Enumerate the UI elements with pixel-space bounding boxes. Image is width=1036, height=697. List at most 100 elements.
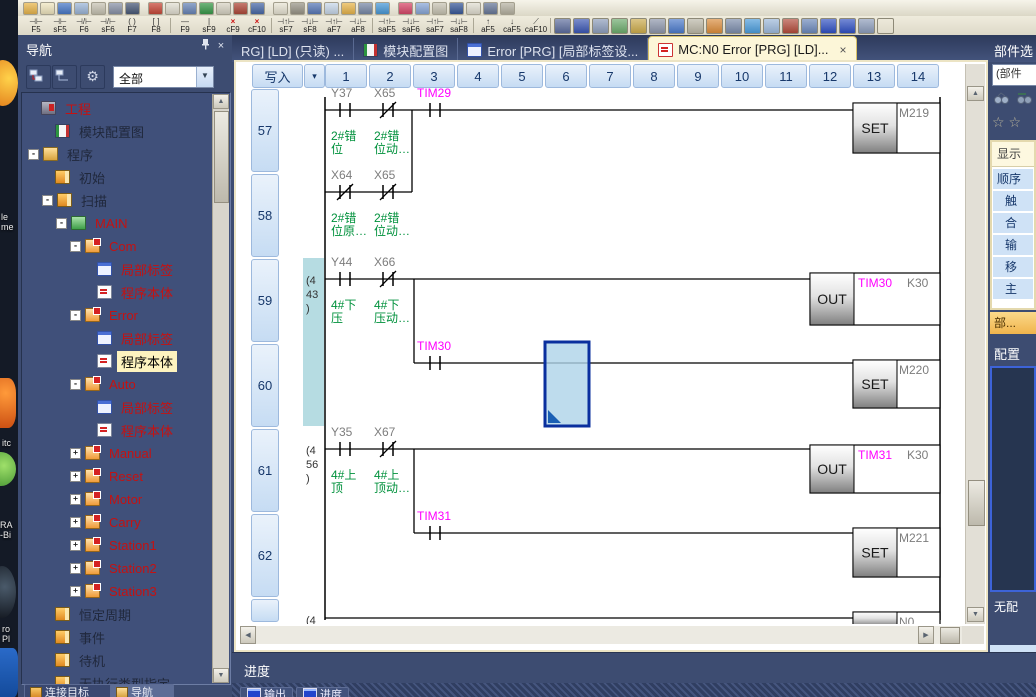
expand-icon[interactable]: + xyxy=(70,448,81,459)
desktop-icon[interactable] xyxy=(0,648,18,697)
tree-scrollbar-thumb[interactable] xyxy=(214,111,229,203)
toolbar-icon[interactable] xyxy=(839,18,856,34)
parts-category-合[interactable]: 合 xyxy=(993,213,1033,233)
toolbar-icon[interactable] xyxy=(668,18,685,34)
toolbar-icon[interactable] xyxy=(307,2,322,15)
parts-panel-tab[interactable]: 部... xyxy=(990,312,1036,334)
document-tab[interactable]: MC:N0 Error [PRG] [LD]...× xyxy=(648,36,856,62)
vscrollbar-thumb[interactable] xyxy=(968,480,985,526)
document-tab[interactable]: RG] [LD] (只读) ... xyxy=(232,38,354,62)
ladder-tool-sF6[interactable]: ⊣/⊢sF6 xyxy=(96,17,120,35)
scroll-up-icon[interactable]: ▲ xyxy=(213,94,229,109)
toolbar-icon[interactable] xyxy=(91,2,106,15)
toolbar-icon[interactable] xyxy=(57,2,72,15)
scroll-right-icon[interactable]: ▶ xyxy=(918,626,934,644)
ladder-tool-F9[interactable]: —F9 xyxy=(173,17,197,35)
tree-item-Error[interactable]: -Error xyxy=(70,304,142,326)
ladder-tool-F5[interactable]: ⊣⊢F5 xyxy=(24,17,48,35)
toolbar-icon[interactable] xyxy=(23,2,38,15)
ladder-hscrollbar[interactable]: ◀ ▶ xyxy=(240,626,962,644)
toolbar-icon[interactable] xyxy=(500,2,515,15)
expand-icon[interactable]: + xyxy=(70,471,81,482)
ladder-tool-aF7[interactable]: ⊣↑⊢aF7 xyxy=(322,17,346,35)
toolbar-icon[interactable] xyxy=(611,18,628,34)
ladder-tool-sF5[interactable]: ⊣⊢sF5 xyxy=(48,17,72,35)
bottom-tab-progress[interactable]: 进度 xyxy=(296,687,349,697)
toolbar-icon[interactable] xyxy=(483,2,498,15)
toolbar-icon[interactable] xyxy=(782,18,799,34)
expand-icon[interactable]: + xyxy=(70,563,81,574)
close-icon[interactable]: × xyxy=(214,39,228,54)
toolbar-icon[interactable] xyxy=(199,2,214,15)
scroll-down-icon[interactable]: ▼ xyxy=(213,668,229,683)
toolbar-icon[interactable] xyxy=(40,2,55,15)
ladder-tool-saF5[interactable]: ⊣↑⊢saF5 xyxy=(375,17,399,35)
toolbar-icon[interactable] xyxy=(74,2,89,15)
ladder-tool-caF10[interactable]: ⟋caF10 xyxy=(524,17,548,35)
toolbar-icon[interactable] xyxy=(573,18,590,34)
expand-icon[interactable]: + xyxy=(70,586,81,597)
tree-item-局部标签[interactable]: 局部标签 xyxy=(84,396,177,418)
tree-item-Com[interactable]: -Com xyxy=(70,235,140,257)
tree-item-Auto[interactable]: -Auto xyxy=(70,373,140,395)
tree-filter-dropdown[interactable]: 全部 ▼ xyxy=(113,66,214,88)
tree-item-模块配置图[interactable]: 模块配置图 xyxy=(42,120,148,142)
expand-icon[interactable]: + xyxy=(70,494,81,505)
tree-item-事件[interactable]: 事件 xyxy=(42,626,109,648)
bottom-tab-connection[interactable]: 连接目标 xyxy=(24,684,116,697)
tree-item-Reset[interactable]: +Reset xyxy=(70,465,147,487)
desktop-icon[interactable] xyxy=(0,378,16,428)
tree-item-程序本体[interactable]: 程序本体 xyxy=(84,281,177,303)
ladder-tool-aF5[interactable]: ↑aF5 xyxy=(476,17,500,35)
tree-item-Motor[interactable]: +Motor xyxy=(70,488,146,510)
collapse-icon[interactable]: - xyxy=(70,310,81,321)
binoculars-back-icon[interactable] xyxy=(1015,90,1034,106)
tree-item-Station3[interactable]: +Station3 xyxy=(70,580,161,602)
tree-collapse-icon[interactable] xyxy=(52,65,77,89)
toolbar-icon[interactable] xyxy=(466,2,481,15)
tree-item-Carry[interactable]: +Carry xyxy=(70,511,145,533)
tree-item-局部标签[interactable]: 局部标签 xyxy=(84,327,177,349)
document-tab[interactable]: Error [PRG] [局部标签设... xyxy=(458,38,648,62)
toolbar-icon[interactable] xyxy=(108,2,123,15)
toolbar-icon[interactable] xyxy=(250,2,265,15)
ladder-tool-cF9[interactable]: ×cF9 xyxy=(221,17,245,35)
ladder-tool-saF8[interactable]: ⊣↓⊢saF8 xyxy=(447,17,471,35)
tree-display-icon[interactable] xyxy=(26,65,51,89)
tree-item-程序本体[interactable]: 程序本体 xyxy=(84,350,177,372)
ladder-tool-cF10[interactable]: ×cF10 xyxy=(245,17,269,35)
ladder-tool-saF6[interactable]: ⊣↓⊢saF6 xyxy=(399,17,423,35)
parts-category-主[interactable]: 主 xyxy=(993,279,1033,299)
bottom-tab-output[interactable]: 输出 xyxy=(240,687,293,697)
ladder-tool-sF8[interactable]: ⊣↓⊢sF8 xyxy=(298,17,322,35)
toolbar-icon[interactable] xyxy=(763,18,780,34)
tree-item-初始[interactable]: 初始 xyxy=(42,166,109,188)
tree-item-MAIN[interactable]: -MAIN xyxy=(56,212,132,234)
toolbar-icon[interactable] xyxy=(415,2,430,15)
toolbar-icon[interactable] xyxy=(324,2,339,15)
collapse-icon[interactable]: - xyxy=(70,241,81,252)
toolbar-icon[interactable] xyxy=(858,18,875,34)
ladder-tool-aF8[interactable]: ⊣↓⊢aF8 xyxy=(346,17,370,35)
ladder-tool-saF7[interactable]: ⊣↑⊢saF7 xyxy=(423,17,447,35)
collapse-icon[interactable]: - xyxy=(42,195,53,206)
hscrollbar-thumb[interactable] xyxy=(940,627,960,644)
collapse-icon[interactable]: - xyxy=(70,379,81,390)
ladder-tool-sF7[interactable]: ⊣↑⊢sF7 xyxy=(274,17,298,35)
tree-item-程序本体[interactable]: 程序本体 xyxy=(84,419,177,441)
parts-category-触[interactable]: 触 xyxy=(993,191,1033,211)
desktop-icon[interactable] xyxy=(0,566,16,618)
tree-item-工程[interactable]: 工程 xyxy=(28,97,95,119)
collapse-icon[interactable]: - xyxy=(56,218,67,229)
toolbar-icon[interactable] xyxy=(341,2,356,15)
toolbar-icon[interactable] xyxy=(820,18,837,34)
toolbar-icon[interactable] xyxy=(649,18,666,34)
tree-item-Station2[interactable]: +Station2 xyxy=(70,557,161,579)
toolbar-icon[interactable] xyxy=(125,2,140,15)
parts-category-移[interactable]: 移 xyxy=(993,257,1033,277)
scroll-left-icon[interactable]: ◀ xyxy=(240,626,256,644)
parts-category-输[interactable]: 输 xyxy=(993,235,1033,255)
ladder-tool-caF5[interactable]: ↓caF5 xyxy=(500,17,524,35)
toolbar-icon[interactable] xyxy=(449,2,464,15)
toolbar-icon[interactable] xyxy=(148,2,163,15)
